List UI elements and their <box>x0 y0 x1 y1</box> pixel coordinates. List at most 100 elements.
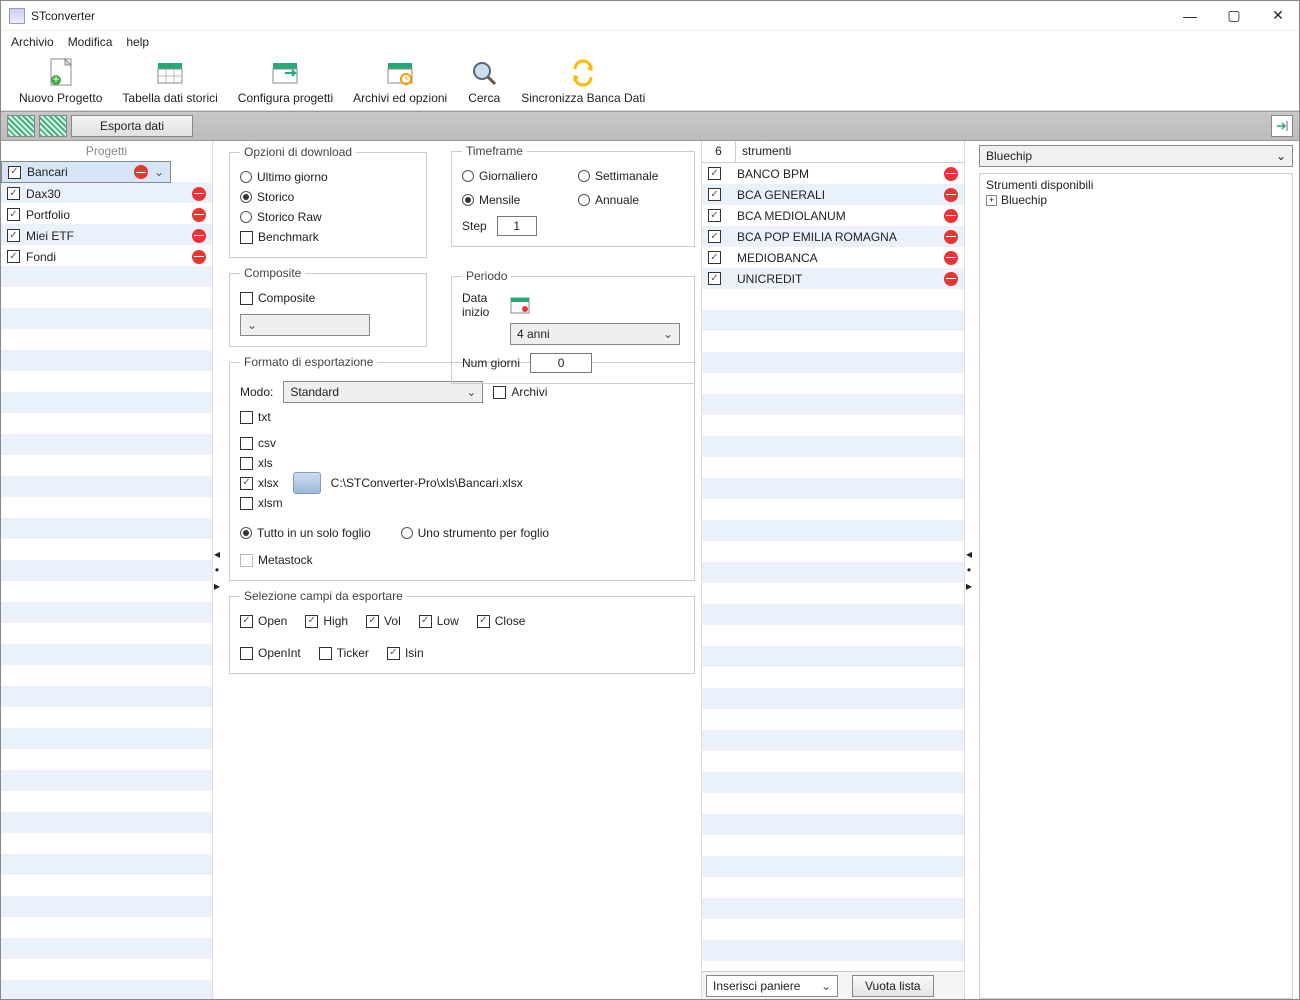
export-data-button[interactable]: Esporta dati <box>71 115 193 137</box>
project-row[interactable]: Dax30 — <box>1 183 212 204</box>
empty-list-button[interactable]: Vuota lista <box>852 975 934 997</box>
project-row[interactable]: Miei ETF— <box>1 225 212 246</box>
minimize-button[interactable]: — <box>1177 6 1203 26</box>
num-giorni-input[interactable] <box>530 353 592 373</box>
delete-icon[interactable]: — <box>944 272 958 286</box>
checkbox[interactable] <box>708 230 721 243</box>
modo-select[interactable]: Standard <box>283 381 483 403</box>
delete-icon[interactable]: — <box>134 165 148 179</box>
delete-icon[interactable]: — <box>944 167 958 181</box>
checkbox-composite[interactable]: Composite <box>240 291 315 305</box>
second-toolbar: Esporta dati <box>1 111 1299 141</box>
radio-raw[interactable]: Storico Raw <box>240 210 322 224</box>
instrument-row[interactable]: MEDIOBANCA— <box>702 247 964 268</box>
radio-ultimo[interactable]: Ultimo giorno <box>240 170 328 184</box>
radio-giornaliero[interactable]: Giornaliero <box>462 169 568 183</box>
tree-node[interactable]: + Bluechip <box>986 192 1286 208</box>
checkbox-high[interactable]: High <box>305 614 348 628</box>
checkbox-openint[interactable]: OpenInt <box>240 646 301 660</box>
maximize-button[interactable]: ▢ <box>1221 6 1247 26</box>
expand-icon[interactable]: + <box>986 195 997 206</box>
checkbox-txt[interactable]: txt <box>240 410 271 424</box>
checkbox-isin[interactable]: Isin <box>387 646 424 660</box>
menu-archivio[interactable]: Archivio <box>11 35 54 49</box>
project-label: Dax30 <box>26 187 61 201</box>
delete-icon[interactable]: — <box>944 230 958 244</box>
checkbox-ticker[interactable]: Ticker <box>319 646 369 660</box>
toolbar-label: Sincronizza Banca Dati <box>521 91 645 105</box>
step-input[interactable] <box>497 216 537 236</box>
project-label: Bancari <box>27 165 68 179</box>
menu-modifica[interactable]: Modifica <box>68 35 113 49</box>
composite-group: Composite Composite <box>229 266 427 347</box>
export-format-group: Formato di esportazione Modo: Standard A… <box>229 355 695 581</box>
checkbox-xlsm[interactable]: xlsm <box>240 496 283 510</box>
toggle-2[interactable] <box>39 115 67 137</box>
delete-icon[interactable]: — <box>192 187 206 201</box>
checkbox-csv[interactable]: csv <box>240 436 276 450</box>
menu-help[interactable]: help <box>126 35 149 49</box>
radio-settimanale[interactable]: Settimanale <box>578 169 684 183</box>
checkbox-benchmark[interactable]: Benchmark <box>240 230 319 244</box>
radio-storico[interactable]: Storico <box>240 190 294 204</box>
toolbar-archives[interactable]: Archivi ed opzioni <box>349 56 451 106</box>
splitter-right[interactable]: ◂•▸ <box>965 141 973 999</box>
instrument-row[interactable]: UNICREDIT— <box>702 268 964 289</box>
checkbox[interactable] <box>7 187 20 200</box>
toolbar-search[interactable]: Cerca <box>463 56 505 106</box>
folder-icon[interactable] <box>293 472 321 494</box>
toggle-1[interactable] <box>7 115 35 137</box>
toolbar-data-table[interactable]: Tabella dati storici <box>118 56 221 106</box>
step-label: Step <box>462 219 487 233</box>
checkbox[interactable] <box>708 167 721 180</box>
insert-basket-select[interactable]: Inserisci paniere <box>706 975 838 997</box>
range-select[interactable]: 4 anni <box>510 323 680 345</box>
delete-icon[interactable]: — <box>944 188 958 202</box>
dock-right-icon[interactable] <box>1271 115 1293 137</box>
delete-icon[interactable]: — <box>944 251 958 265</box>
checkbox[interactable] <box>7 229 20 242</box>
delete-icon[interactable]: — <box>192 208 206 222</box>
checkbox[interactable] <box>7 208 20 221</box>
checkbox[interactable] <box>708 188 721 201</box>
checkbox[interactable] <box>708 209 721 222</box>
config-icon <box>268 57 302 89</box>
delete-icon[interactable]: — <box>192 250 206 264</box>
projects-panel: Progetti Bancari — Dax30 — Portfolio — Miei… <box>1 141 213 999</box>
radio-uno[interactable]: Uno strumento per foglio <box>401 526 549 540</box>
checkbox-open[interactable]: Open <box>240 614 287 628</box>
radio-tutto[interactable]: Tutto in un solo foglio <box>240 526 371 540</box>
delete-icon[interactable]: — <box>192 229 206 243</box>
radio-mensile[interactable]: Mensile <box>462 193 568 207</box>
instrument-row[interactable]: BCA POP EMILIA ROMAGNA— <box>702 226 964 247</box>
calendar-icon[interactable] <box>510 295 530 315</box>
available-instruments-tree: Strumenti disponibili + Bluechip <box>979 173 1293 999</box>
toolbar-sync[interactable]: Sincronizza Banca Dati <box>517 56 649 106</box>
instrument-row[interactable]: BCA MEDIOLANUM— <box>702 205 964 226</box>
delete-icon[interactable]: — <box>944 209 958 223</box>
splitter[interactable]: ◂•▸ <box>213 141 221 999</box>
project-row[interactable]: Bancari — <box>1 161 171 183</box>
instrument-row[interactable]: BANCO BPM— <box>702 163 964 184</box>
checkbox-low[interactable]: Low <box>419 614 459 628</box>
checkbox-close[interactable]: Close <box>477 614 526 628</box>
checkbox-xls[interactable]: xls <box>240 456 273 470</box>
toolbar-new-project[interactable]: + Nuovo Progetto <box>15 56 106 106</box>
checkbox[interactable] <box>708 251 721 264</box>
close-button[interactable]: ✕ <box>1265 6 1291 26</box>
checkbox-xlsx[interactable]: xlsx <box>240 476 279 490</box>
project-row[interactable]: Portfolio — <box>1 204 212 225</box>
center-panel: Opzioni di download Ultimo giorno Storic… <box>221 141 701 999</box>
checkbox-vol[interactable]: Vol <box>366 614 401 628</box>
project-row[interactable]: Fondi— <box>1 246 212 267</box>
toolbar-config[interactable]: Configura progetti <box>234 56 337 106</box>
checkbox[interactable] <box>7 250 20 263</box>
basket-combo[interactable]: Bluechip <box>979 145 1293 167</box>
checkbox-archivi[interactable]: Archivi <box>493 385 547 399</box>
project-label: Portfolio <box>26 208 70 222</box>
radio-annuale[interactable]: Annuale <box>578 193 684 207</box>
checkbox[interactable] <box>708 272 721 285</box>
projects-header: Progetti <box>1 141 212 161</box>
checkbox[interactable] <box>8 166 21 179</box>
instrument-row[interactable]: BCA GENERALI— <box>702 184 964 205</box>
